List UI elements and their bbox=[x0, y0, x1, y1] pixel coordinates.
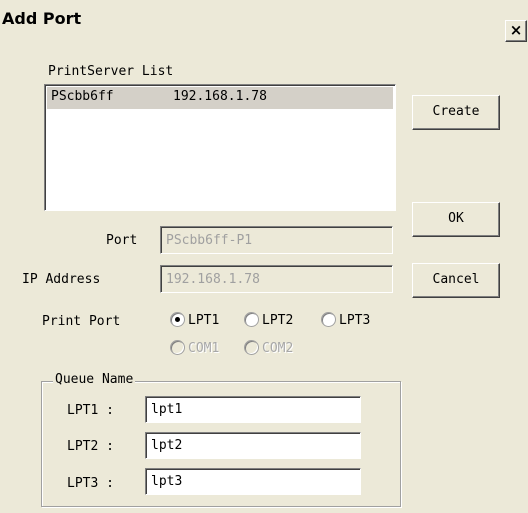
printserver-list-label: PrintServer List bbox=[48, 64, 174, 79]
radio-lpt3-label[interactable]: LPT3 bbox=[339, 313, 370, 328]
port-label: Port bbox=[106, 233, 138, 248]
printserver-listbox[interactable]: PScbb6ff 192.168.1.78 bbox=[44, 84, 396, 211]
radio-lpt1[interactable] bbox=[170, 312, 185, 327]
port-field[interactable]: PScbb6ff-P1 bbox=[160, 226, 393, 254]
radio-com2-label: COM2 bbox=[262, 341, 294, 356]
close-icon: × bbox=[509, 21, 523, 39]
radio-lpt1-label[interactable]: LPT1 bbox=[188, 313, 219, 328]
queue-lpt2-label: LPT2 : bbox=[67, 439, 114, 454]
close-button[interactable]: × bbox=[505, 20, 527, 42]
ip-address-label: IP Address bbox=[22, 272, 101, 287]
ok-button[interactable]: OK bbox=[412, 202, 500, 237]
radio-lpt3[interactable] bbox=[321, 312, 336, 327]
radio-com2 bbox=[244, 340, 259, 355]
ip-address-field[interactable]: 192.168.1.78 bbox=[160, 265, 393, 293]
dialog-title: Add Port bbox=[2, 9, 82, 28]
queue-lpt1-label: LPT1 : bbox=[67, 403, 114, 418]
cancel-button[interactable]: Cancel bbox=[412, 263, 500, 298]
list-item-ip: 192.168.1.78 bbox=[173, 89, 267, 104]
queue-name-title: Queue Name bbox=[53, 372, 136, 387]
title-bar[interactable]: Add Port × bbox=[0, 0, 528, 42]
queue-lpt3-input[interactable]: lpt3 bbox=[145, 468, 361, 495]
radio-com1 bbox=[170, 340, 185, 355]
radio-com1-label: COM1 bbox=[188, 341, 220, 356]
list-item[interactable]: PScbb6ff 192.168.1.78 bbox=[47, 87, 393, 109]
add-port-dialog: Add Port × PrintServer List PScbb6ff 192… bbox=[0, 0, 528, 513]
queue-lpt1-input[interactable]: lpt1 bbox=[145, 396, 361, 423]
list-item-name: PScbb6ff bbox=[51, 89, 114, 104]
queue-lpt3-label: LPT3 : bbox=[67, 476, 114, 491]
radio-lpt2-label[interactable]: LPT2 bbox=[262, 313, 293, 328]
print-port-label: Print Port bbox=[42, 314, 121, 329]
create-button[interactable]: Create bbox=[412, 95, 500, 130]
radio-lpt2[interactable] bbox=[244, 312, 259, 327]
radio-selected-dot bbox=[175, 317, 180, 322]
queue-lpt2-input[interactable]: lpt2 bbox=[145, 432, 361, 459]
